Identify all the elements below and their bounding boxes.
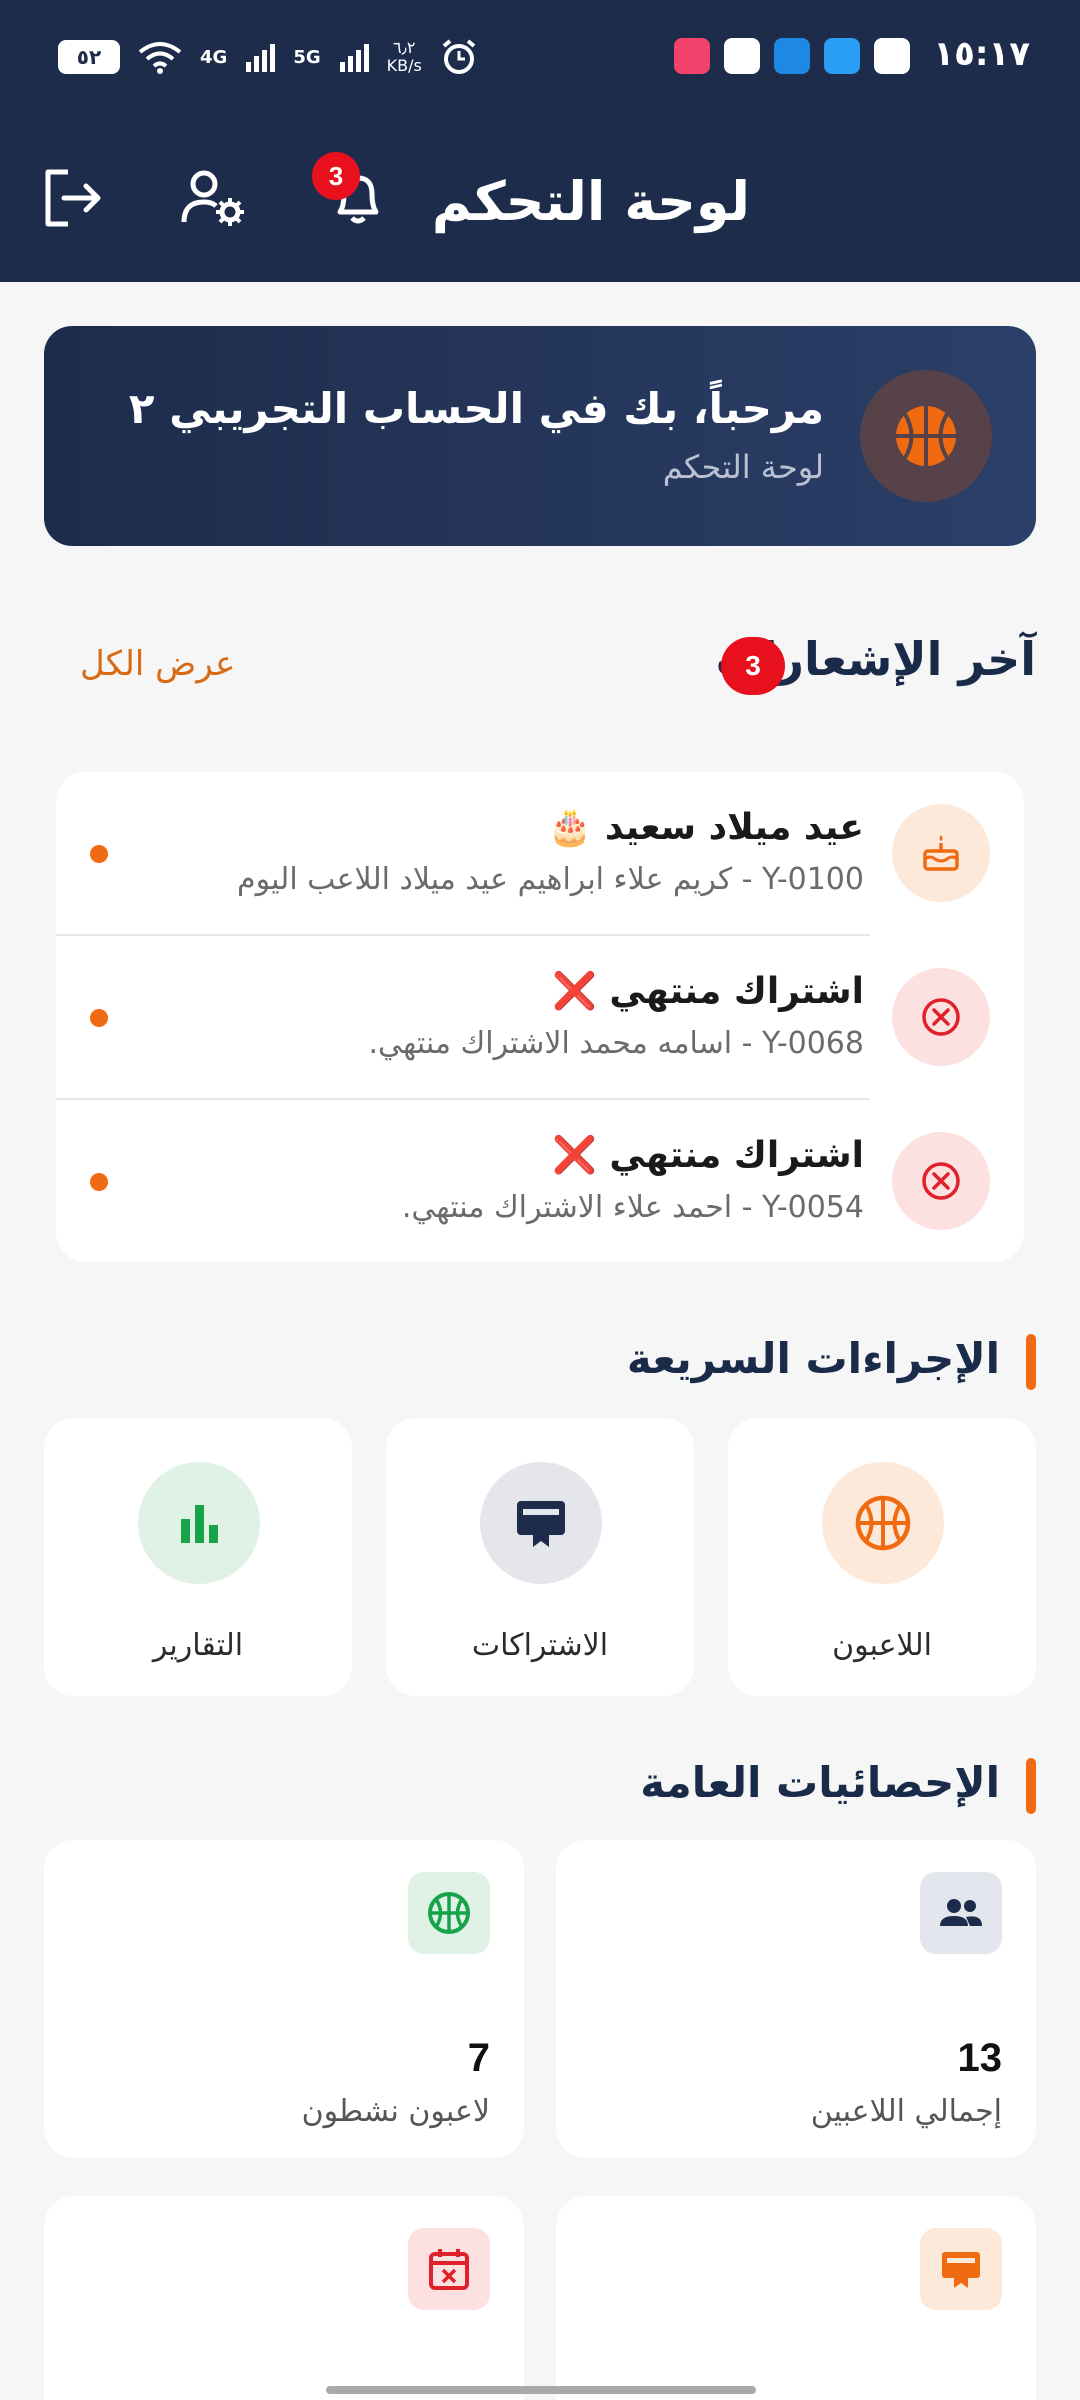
- quick-action-label: الاشتراكات: [471, 1628, 609, 1663]
- stat-card-active-players[interactable]: 7 لاعبون نشطون: [44, 1840, 524, 2158]
- app-icon: [674, 38, 710, 74]
- basketball-icon: [855, 1495, 911, 1551]
- user-gear-icon: [181, 170, 244, 226]
- notification-icon-wrap: [892, 804, 990, 902]
- status-left: ٥٢ 4G 5G ٦٫٢ KB/s: [58, 38, 478, 76]
- stat-value: 7: [467, 2036, 490, 2080]
- notifications-count-badge: 3: [721, 637, 785, 695]
- notification-description: Y-0068 - اسامه محمد الاشتراك منتهي.: [368, 1026, 864, 1061]
- notification-item[interactable]: اشتراك منتهي ❌ Y-0068 - اسامه محمد الاشت…: [56, 936, 1024, 1100]
- notification-icon-wrap: [892, 968, 990, 1066]
- quick-action-reports[interactable]: التقارير: [44, 1418, 352, 1696]
- x-circle-icon: [922, 1162, 960, 1200]
- stat-icon-wrap: [920, 2228, 1002, 2310]
- calendar-x-icon: [429, 2249, 469, 2290]
- stat-card-total-players[interactable]: 13 إجمالي اللاعبين: [556, 1840, 1036, 2158]
- notification-badge: 3: [312, 152, 360, 200]
- status-app-icons: [674, 38, 910, 74]
- quick-action-icon-wrap: [138, 1462, 260, 1584]
- quick-action-icon-wrap: [822, 1462, 944, 1584]
- signal-icon: [339, 44, 369, 72]
- app-icon: [774, 38, 810, 74]
- wifi-icon: [138, 42, 182, 74]
- quick-action-subscriptions[interactable]: الاشتراكات: [386, 1418, 694, 1696]
- stat-icon-wrap: [408, 2228, 490, 2310]
- section-accent-bar: [1026, 1334, 1036, 1390]
- welcome-title: مرحباً، بك في الحساب التجريبي ٢: [128, 384, 824, 433]
- notifications-button[interactable]: 3: [312, 152, 392, 230]
- status-bar: ١٥:١٧ ٥٢ 4G 5G ٦٫٢ KB/s: [0, 24, 1080, 88]
- unread-dot: [90, 1173, 108, 1191]
- status-time: ١٥:١٧: [933, 34, 1030, 74]
- stat-icon-wrap: [920, 1872, 1002, 1954]
- welcome-subtitle: لوحة التحكم: [662, 448, 824, 486]
- card-icon: [942, 2252, 980, 2288]
- quick-action-label: اللاعبون: [832, 1628, 932, 1663]
- bar-chart-icon: [181, 1505, 218, 1543]
- home-indicator[interactable]: [326, 2386, 756, 2394]
- quick-action-icon-wrap: [480, 1462, 602, 1584]
- welcome-avatar: [860, 370, 992, 502]
- welcome-card: مرحباً، بك في الحساب التجريبي ٢ لوحة الت…: [44, 326, 1036, 546]
- notification-item[interactable]: عيد ميلاد سعيد 🎂 Y-0100 - كريم علاء ابرا…: [56, 772, 1024, 936]
- notification-title: اشتراك منتهي ❌: [552, 971, 864, 1012]
- people-icon: [940, 1899, 982, 1926]
- signal-icon: [246, 44, 276, 72]
- top-bar: ١٥:١٧ ٥٢ 4G 5G ٦٫٢ KB/s لوحة التحكم 3: [0, 0, 1080, 282]
- stats-title: الإحصائيات العامة: [640, 1758, 1000, 1807]
- notification-description: Y-0054 - احمد علاء الاشتراك منتهي.: [401, 1190, 864, 1225]
- network-speed: ٦٫٢ KB/s: [386, 38, 422, 75]
- view-all-link[interactable]: عرض الكل: [80, 644, 235, 684]
- stat-value: 13: [957, 2036, 1003, 2080]
- x-circle-icon: [922, 998, 960, 1036]
- battery-icon: ٥٢: [58, 40, 120, 74]
- stat-card-subscriptions[interactable]: [556, 2196, 1036, 2400]
- logout-icon: [45, 169, 101, 227]
- card-icon: [517, 1501, 565, 1547]
- unread-dot: [90, 845, 108, 863]
- cake-icon: [923, 835, 959, 871]
- quick-action-players[interactable]: اللاعبون: [728, 1418, 1036, 1696]
- section-accent-bar: [1026, 1758, 1036, 1814]
- notification-item[interactable]: اشتراك منتهي ❌ Y-0054 - احمد علاء الاشتر…: [56, 1100, 1024, 1264]
- stat-icon-wrap: [408, 1872, 490, 1954]
- page-title: لوحة التحكم: [431, 170, 750, 233]
- app-icon: [724, 38, 760, 74]
- notification-title: اشتراك منتهي ❌: [552, 1135, 864, 1176]
- app-icon: [874, 38, 910, 74]
- basketball-icon: [428, 1892, 470, 1934]
- stat-label: إجمالي اللاعبين: [810, 2094, 1002, 2129]
- app-icon: [824, 38, 860, 74]
- account-settings-button[interactable]: [180, 166, 250, 230]
- notification-description: Y-0100 - كريم علاء ابراهيم عيد ميلاد الل…: [237, 862, 864, 897]
- stat-label: لاعبون نشطون: [301, 2094, 490, 2129]
- network-4g-label: 4G: [200, 46, 228, 68]
- quick-actions-title: الإجراءات السريعة: [626, 1334, 1000, 1383]
- unread-dot: [90, 1009, 108, 1027]
- notification-title: عيد ميلاد سعيد 🎂: [547, 807, 864, 848]
- quick-action-label: التقارير: [152, 1628, 244, 1663]
- notifications-list: عيد ميلاد سعيد 🎂 Y-0100 - كريم علاء ابرا…: [56, 772, 1024, 1262]
- alarm-icon: [442, 39, 476, 74]
- stat-card-expired[interactable]: [44, 2196, 524, 2400]
- network-5g-label: 5G: [293, 46, 321, 68]
- basketball-icon: [896, 406, 956, 466]
- logout-button[interactable]: [40, 166, 110, 230]
- notification-icon-wrap: [892, 1132, 990, 1230]
